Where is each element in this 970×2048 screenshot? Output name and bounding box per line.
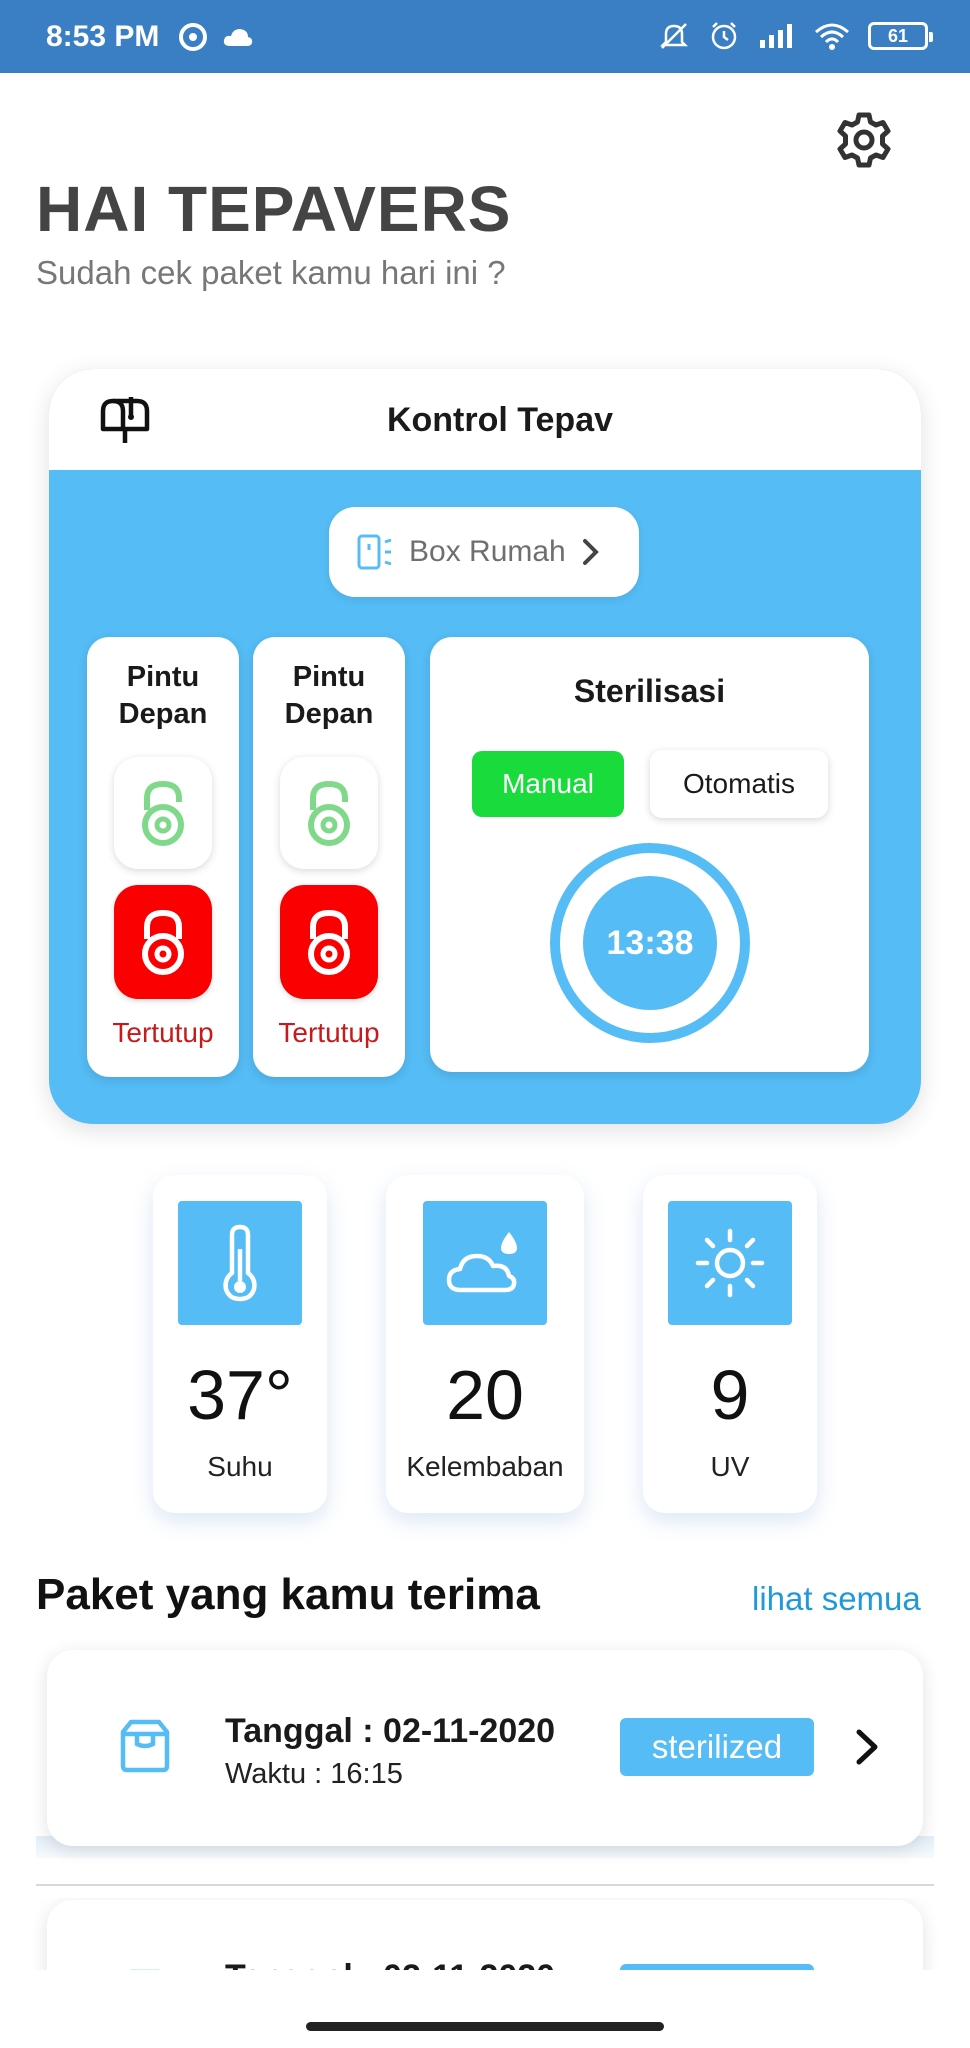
- unlock-button[interactable]: [280, 757, 378, 869]
- divider: [36, 1884, 934, 1886]
- lock-button[interactable]: [280, 885, 378, 999]
- sensor-card-humidity: 20 Kelembaban: [386, 1175, 584, 1513]
- cloud-icon: [223, 29, 253, 46]
- device-icon: [357, 534, 392, 570]
- sensor-icon-box: [423, 1201, 547, 1325]
- location-icon: [179, 23, 207, 51]
- home-indicator[interactable]: [306, 2022, 664, 2031]
- battery-level: 61: [887, 25, 909, 46]
- unlock-button[interactable]: [114, 757, 212, 869]
- sensor-icon-box: [178, 1201, 302, 1325]
- control-title: Kontrol Tepav: [386, 401, 614, 439]
- alarm-icon: [711, 22, 737, 50]
- chevron-right-icon[interactable]: [847, 1722, 887, 1772]
- status-bar: 8:53 PM 61: [0, 0, 970, 73]
- see-all-link[interactable]: lihat semua: [752, 1580, 921, 1618]
- sensor-icon-box: [668, 1201, 792, 1325]
- lock-icon: [308, 909, 350, 975]
- door-card: Pintu Depan Tertutup: [87, 637, 239, 1077]
- package-date: Tanggal : 02-11-2020: [225, 1958, 555, 1970]
- sensor-card-uv: 9 UV: [643, 1175, 817, 1513]
- timer-button[interactable]: 13:38: [583, 876, 717, 1010]
- lock-icon: [142, 909, 184, 975]
- door-title: Pintu Depan: [118, 661, 208, 730]
- sensor-label: UV: [710, 1451, 750, 1482]
- box-selector-button[interactable]: Box Rumah: [329, 507, 639, 597]
- cloud-rain-icon: [446, 1232, 517, 1293]
- status-time: 8:53 PM: [46, 20, 160, 53]
- chevron-right-icon: [582, 539, 599, 565]
- thermometer-icon: [223, 1224, 257, 1302]
- mode-manual-button[interactable]: Manual: [472, 751, 624, 817]
- control-card: Kontrol Tepav Box Rumah Pintu Depan Tert…: [49, 369, 921, 1124]
- package-time: Waktu : 16:15: [225, 1758, 403, 1790]
- nav-bar: [0, 1970, 970, 2048]
- sterilization-title: Sterilisasi: [573, 673, 726, 709]
- sensor-value: 9: [710, 1356, 750, 1434]
- unlock-icon: [142, 780, 184, 846]
- package-list-item[interactable]: Tanggal : 02-11-2020 Waktu : 16:15 steri…: [47, 1650, 923, 1846]
- sensor-label: Suhu: [207, 1451, 273, 1482]
- sensor-label: Kelembaban: [406, 1451, 564, 1482]
- mode-automatic-button[interactable]: Otomatis: [650, 750, 828, 818]
- page-subtitle: Sudah cek paket kamu hari ini ?: [36, 254, 506, 291]
- control-header: Kontrol Tepav: [49, 369, 921, 470]
- package-list-item[interactable]: Tanggal : 02-11-2020: [47, 1900, 923, 1970]
- sensor-value: 20: [446, 1356, 524, 1434]
- package-date: Tanggal : 02-11-2020: [225, 1712, 556, 1750]
- wifi-icon: [815, 23, 849, 50]
- package-icon: [120, 1719, 170, 1773]
- sterilization-card: Sterilisasi Manual Otomatis 13:38: [430, 637, 869, 1072]
- sensor-card-temperature: 37° Suhu: [153, 1175, 327, 1513]
- sensor-value: 37°: [187, 1356, 293, 1434]
- door-card: Pintu Depan Tertutup: [253, 637, 405, 1077]
- box-selector-label: Box Rumah: [409, 535, 566, 568]
- sun-icon: [695, 1228, 765, 1298]
- status-badge: sterilized: [620, 1718, 814, 1776]
- packages-section-title: Paket yang kamu terima: [36, 1570, 540, 1619]
- door-status: Tertutup: [278, 1017, 380, 1048]
- battery-icon: 61: [868, 22, 933, 50]
- mute-icon: [659, 23, 689, 49]
- page-title: HAI TEPAVERS: [36, 173, 512, 245]
- signal-icon: [760, 24, 792, 48]
- unlock-icon: [308, 780, 350, 846]
- lock-button[interactable]: [114, 885, 212, 999]
- door-title: Pintu Depan: [284, 661, 374, 730]
- gear-icon[interactable]: [834, 110, 894, 170]
- package-list-clip: Tanggal : 02-11-2020: [0, 1898, 970, 1970]
- door-status: Tertutup: [112, 1017, 214, 1048]
